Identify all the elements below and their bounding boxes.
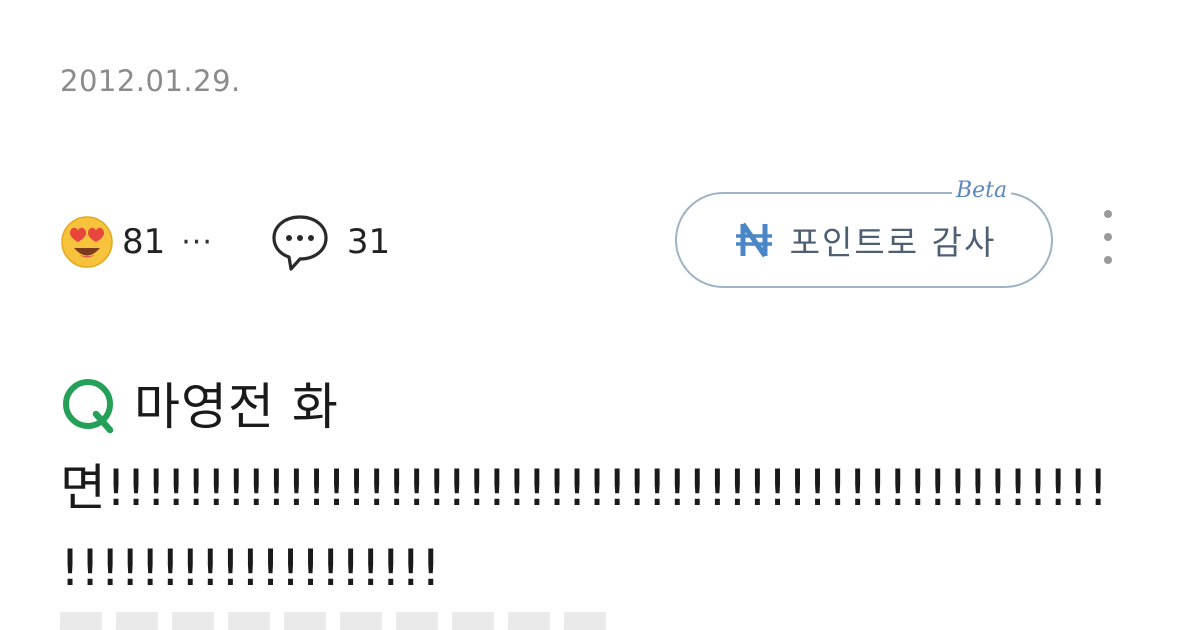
- reaction-button[interactable]: 81: [60, 215, 165, 269]
- comment-count: 31: [346, 222, 391, 262]
- post-detail-page: 2012.01.29. 81 ··· 31 포인트로 감사 Beta 마영전 화…: [0, 0, 1200, 630]
- post-actions-bar: 81 ··· 31: [60, 206, 390, 278]
- more-reactions-button[interactable]: ···: [181, 225, 213, 260]
- faded-text-line: [60, 612, 620, 630]
- kebab-dot: [1104, 256, 1112, 264]
- naver-point-icon: [735, 222, 772, 258]
- kebab-dot: [1104, 210, 1112, 218]
- question-title: 마영전 화: [134, 378, 339, 436]
- heart-eyes-emoji-icon: [61, 216, 113, 268]
- kebab-menu-icon[interactable]: [1094, 210, 1122, 276]
- question-body: 면!!!!!!!!!!!!!!!!!!!!!!!!!!!!!!!!!!!!!!!…: [60, 459, 1109, 597]
- post-date: 2012.01.29.: [60, 64, 241, 98]
- reaction-count: 81: [122, 222, 166, 262]
- kebab-dot: [1104, 233, 1112, 241]
- speech-bubble-icon: [272, 215, 328, 271]
- question-q-icon: [63, 379, 114, 434]
- beta-badge: Beta: [952, 178, 1012, 203]
- thank-with-points-button[interactable]: 포인트로 감사: [675, 192, 1053, 288]
- thank-with-points-label: 포인트로 감사: [789, 223, 997, 262]
- comment-button[interactable]: 31: [269, 211, 390, 273]
